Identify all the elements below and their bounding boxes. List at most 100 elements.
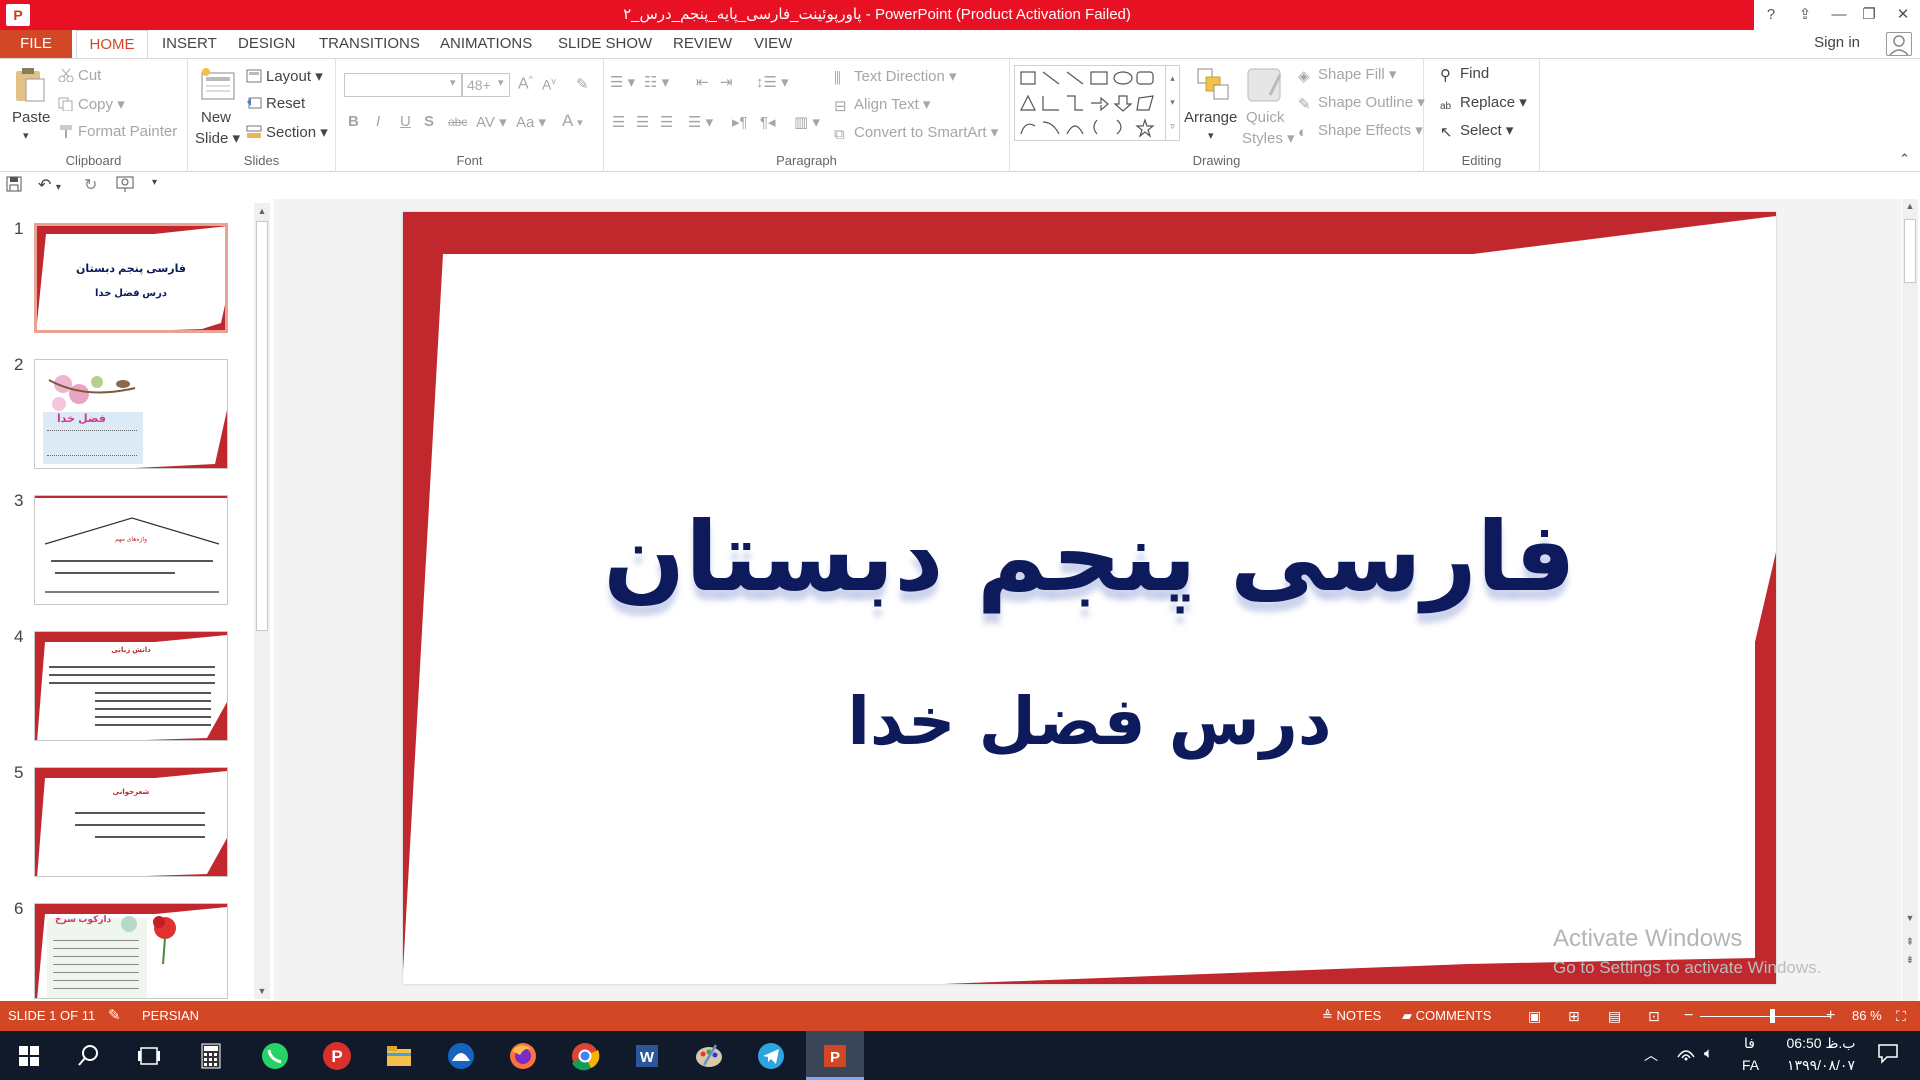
search-icon[interactable] xyxy=(70,1037,108,1075)
rtl-direction-icon[interactable]: ¶◂ xyxy=(760,113,776,131)
bullets-icon[interactable]: ☰ ▾ xyxy=(610,73,635,91)
text-direction-button[interactable]: ⫼ Text Direction ▾ xyxy=(834,67,957,87)
file-explorer-icon[interactable] xyxy=(380,1037,418,1075)
find-button[interactable]: ⚲ Find xyxy=(1440,65,1489,84)
slide-canvas[interactable]: فارسی پنجم دبستان درس فضل خدا xyxy=(403,212,1776,984)
zoom-out-icon[interactable]: − xyxy=(1684,1001,1693,1031)
thumbnails-scroll-thumb[interactable] xyxy=(256,221,268,631)
slide-sorter-icon[interactable]: ⊞ xyxy=(1568,1001,1580,1031)
zoom-slider[interactable] xyxy=(1700,1009,1830,1023)
new-slide-button[interactable]: Slide ▾ xyxy=(195,129,240,147)
tab-animations[interactable]: ANIMATIONS xyxy=(440,30,532,58)
cut-button[interactable]: Cut xyxy=(58,67,101,84)
shape-outline-button[interactable]: ✎ Shape Outline ▾ xyxy=(1298,93,1425,113)
calculator-icon[interactable] xyxy=(192,1037,230,1075)
clock-time[interactable]: 06:50 ب.ظ xyxy=(1776,1035,1866,1052)
comments-button[interactable]: ▰ COMMENTS xyxy=(1402,1001,1491,1031)
strikethrough-button[interactable]: abc xyxy=(448,115,467,129)
shape-effects-button[interactable]: ◐ Shape Effects ▾ xyxy=(1298,121,1423,141)
copy-button[interactable]: Copy ▾ xyxy=(58,95,125,113)
tab-slide-show[interactable]: SLIDE SHOW xyxy=(558,30,652,58)
shrink-font-button[interactable]: Av xyxy=(542,76,556,93)
avatar-icon[interactable] xyxy=(1886,32,1912,56)
arrange-dropdown-icon[interactable]: ▾ xyxy=(1208,129,1214,142)
pdf-reader-icon[interactable]: P xyxy=(318,1037,356,1075)
powerpoint-taskbar-button[interactable]: P xyxy=(806,1031,864,1080)
next-slide-icon[interactable]: ⇟ xyxy=(1902,955,1918,969)
new-slide-icon[interactable] xyxy=(200,67,235,101)
save-icon[interactable] xyxy=(6,176,22,196)
scroll-down-arrow-icon[interactable]: ▼ xyxy=(254,983,270,999)
help-button[interactable]: ? xyxy=(1754,0,1788,30)
clear-formatting-icon[interactable]: ✎ xyxy=(576,75,589,93)
quick-styles-icon[interactable] xyxy=(1246,65,1282,102)
show-hidden-icons[interactable]: ︿ xyxy=(1644,1045,1658,1065)
slide-title[interactable]: فارسی پنجم دبستان xyxy=(403,502,1776,612)
align-center-icon[interactable]: ☰ xyxy=(636,113,649,131)
workspace-scrollbar[interactable]: ▲ ▼ ⇞ ⇟ xyxy=(1902,199,1918,1001)
tab-view[interactable]: VIEW xyxy=(754,30,792,58)
customize-qat-icon[interactable]: ▾ xyxy=(152,177,157,188)
redo-icon[interactable]: ↻ xyxy=(84,175,97,195)
slideshow-view-icon[interactable]: ⊡ xyxy=(1648,1001,1660,1031)
ltr-direction-icon[interactable]: ▸¶ xyxy=(732,113,748,131)
shape-fill-button[interactable]: ◈ Shape Fill ▾ xyxy=(1298,65,1396,85)
slide-counter[interactable]: SLIDE 1 OF 11 xyxy=(8,1001,95,1031)
zoom-level[interactable]: 86 % xyxy=(1852,1001,1882,1031)
character-spacing-button[interactable]: AV ▾ xyxy=(476,113,507,131)
tab-transitions[interactable]: TRANSITIONS xyxy=(319,30,420,58)
collapse-ribbon-icon[interactable]: ⌃ xyxy=(1899,151,1910,167)
line-spacing-icon[interactable]: ↕☰ ▾ xyxy=(756,73,789,91)
language-indicator[interactable]: PERSIAN xyxy=(142,1001,199,1031)
paste-dropdown-icon[interactable]: ▾ xyxy=(23,129,29,142)
previous-slide-icon[interactable]: ⇞ xyxy=(1902,937,1918,951)
font-name-input[interactable] xyxy=(344,73,462,97)
reading-view-icon[interactable]: ▤ xyxy=(1608,1001,1621,1031)
tab-design[interactable]: DESIGN xyxy=(238,30,296,58)
replace-button[interactable]: ab Replace ▾ xyxy=(1440,93,1527,115)
align-left-icon[interactable]: ☰ xyxy=(612,113,625,131)
slide-thumbnail-4[interactable]: دانش زبانی xyxy=(34,631,228,741)
restore-button[interactable]: ❐ xyxy=(1852,0,1886,30)
arrange-icon[interactable] xyxy=(1196,67,1230,101)
tab-insert[interactable]: INSERT xyxy=(162,30,217,58)
notifications-icon[interactable] xyxy=(1876,1041,1900,1068)
browser-app-icon[interactable] xyxy=(442,1037,480,1075)
word-icon[interactable]: W xyxy=(628,1037,666,1075)
whatsapp-icon[interactable] xyxy=(256,1037,294,1075)
columns-icon[interactable]: ▥ ▾ xyxy=(794,113,820,131)
clock-date[interactable]: ۱۳۹۹/۰۸/۰۷ xyxy=(1776,1057,1866,1074)
shapes-gallery[interactable]: ▴ ▾ ▿ xyxy=(1014,65,1180,141)
tab-file[interactable]: FILE xyxy=(0,30,72,58)
language-indicator-en[interactable]: FA xyxy=(1742,1057,1759,1073)
decrease-indent-icon[interactable]: ⇤ xyxy=(696,73,709,91)
zoom-in-icon[interactable]: + xyxy=(1826,1001,1835,1031)
quick-styles-button[interactable]: Styles ▾ xyxy=(1242,129,1295,147)
paste-button[interactable]: Paste xyxy=(12,109,50,126)
scroll-up-arrow-icon[interactable]: ▲ xyxy=(254,203,270,219)
font-name-dropdown-icon[interactable]: ▾ xyxy=(450,76,456,89)
slide-thumbnail-2[interactable]: فضل خدا xyxy=(34,359,228,469)
slide-thumbnail-3[interactable]: واژه‌های مهم xyxy=(34,495,228,605)
tab-review[interactable]: REVIEW xyxy=(673,30,732,58)
start-slideshow-icon[interactable] xyxy=(116,175,136,197)
thumbnails-scrollbar[interactable]: ▲ ▼ xyxy=(254,203,270,999)
align-text-button[interactable]: ⊟ Align Text ▾ xyxy=(834,95,930,115)
minimize-button[interactable]: — xyxy=(1822,0,1856,30)
new-slide-label-1[interactable]: New xyxy=(201,109,231,126)
justify-icon[interactable]: ☰ ▾ xyxy=(688,113,713,131)
wifi-icon[interactable] xyxy=(1676,1043,1696,1066)
increase-indent-icon[interactable]: ⇥ xyxy=(720,73,733,91)
windows-start-icon[interactable] xyxy=(10,1037,48,1075)
shapes-gallery-scroll[interactable]: ▴ ▾ ▿ xyxy=(1165,66,1179,140)
notes-button[interactable]: ≜ NOTES xyxy=(1322,1001,1381,1031)
italic-button[interactable]: I xyxy=(376,113,380,130)
format-painter-button[interactable]: Format Painter xyxy=(58,123,177,140)
section-button[interactable]: Section ▾ xyxy=(246,123,328,141)
paste-icon[interactable] xyxy=(12,67,46,102)
ribbon-display-options-button[interactable]: ⇪ xyxy=(1788,0,1822,30)
grow-font-button[interactable]: A^ xyxy=(518,74,533,93)
sign-in-link[interactable]: Sign in xyxy=(1814,34,1860,51)
close-button[interactable]: ✕ xyxy=(1886,0,1920,30)
font-color-button[interactable]: A ▾ xyxy=(562,111,583,131)
